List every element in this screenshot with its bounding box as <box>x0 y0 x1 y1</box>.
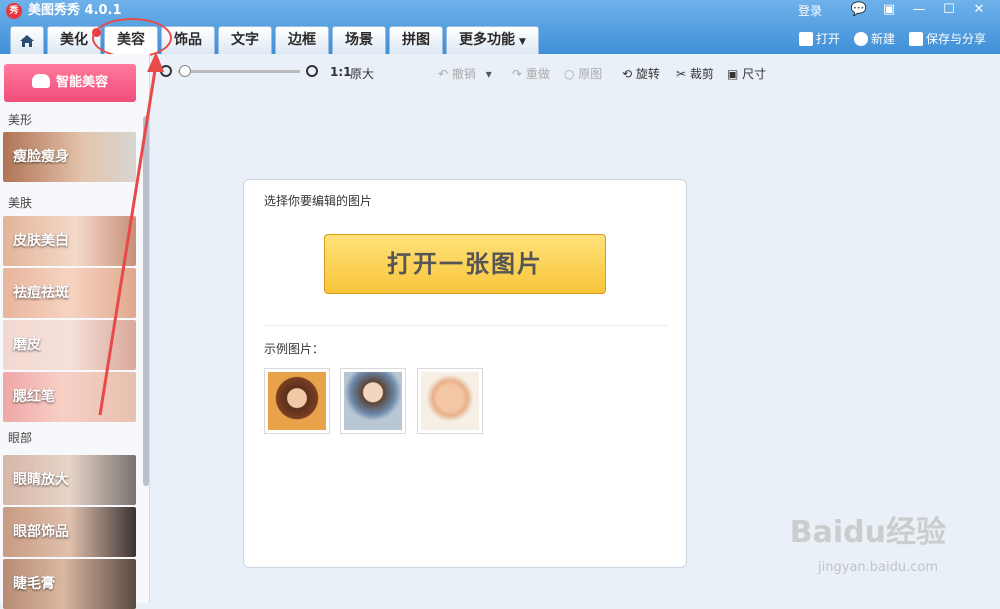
original-label: 原图 <box>578 67 603 81</box>
tab-frame[interactable]: 边框 <box>275 26 329 54</box>
app-logo-icon: 秀 <box>6 3 22 19</box>
new-label: 新建 <box>870 32 895 46</box>
zoom-slider[interactable] <box>178 70 300 73</box>
feature-slim[interactable]: 瘦脸瘦身 <box>3 132 136 182</box>
resize-icon: ▣ <box>727 67 739 81</box>
sample-image-3[interactable] <box>417 368 483 434</box>
tab-scene[interactable]: 场景 <box>332 26 386 54</box>
tab-more[interactable]: 更多功能 ▼ <box>446 26 539 54</box>
main-tabs: 美化 美容 饰品 文字 边框 场景 拼图 更多功能 ▼ <box>10 26 539 54</box>
sample-image-1[interactable] <box>264 368 330 434</box>
size-label: 尺寸 <box>742 67 767 81</box>
edit-toolbar: 1:1 原大 ↶ 撤销 ▾ ↷ 重做 ○ 原图 ⟲ 旋转 ✂ 裁剪 ▣ 尺寸 <box>150 54 1000 90</box>
sample-image-2[interactable] <box>340 368 406 434</box>
size-button[interactable]: ▣ 尺寸 <box>727 65 766 82</box>
face-icon <box>31 74 50 88</box>
undo-label: 撤销 <box>451 67 476 81</box>
file-actions: 打开 新建 保存与分享 <box>798 28 986 50</box>
open-image-button[interactable]: 打开一张图片 <box>324 234 606 294</box>
skin-icon[interactable]: ▣ <box>874 0 904 20</box>
feature-acne[interactable]: 祛痘祛斑 <box>3 268 136 318</box>
feature-eye-accessory[interactable]: 眼部饰品 <box>3 507 136 557</box>
open-button[interactable]: 打开 <box>798 28 840 50</box>
close-button[interactable]: ✕ <box>964 0 994 20</box>
feature-eye-enlarge[interactable]: 眼睛放大 <box>3 455 136 505</box>
tab-collage[interactable]: 拼图 <box>389 26 443 54</box>
baidu-watermark: Baidu经验 <box>789 515 946 550</box>
highlight-circle <box>92 18 172 58</box>
tab-more-label: 更多功能 <box>459 32 515 48</box>
save-share-label: 保存与分享 <box>925 32 986 46</box>
feature-blush[interactable]: 腮红笔 <box>3 372 136 422</box>
smart-beauty-button[interactable]: 智能美容 <box>4 64 136 102</box>
plus-icon <box>853 32 868 46</box>
window-controls: 登录 💬 ▣ — ☐ ✕ <box>798 0 994 20</box>
new-button[interactable]: 新建 <box>853 28 895 50</box>
tab-home[interactable] <box>10 26 44 54</box>
feature-whiten[interactable]: 皮肤美白 <box>3 216 136 266</box>
save-share-button[interactable]: 保存与分享 <box>908 28 986 50</box>
zoom-out-icon[interactable] <box>160 65 172 77</box>
home-icon <box>20 35 34 47</box>
divider <box>264 325 668 326</box>
chevron-down-icon: ▼ <box>519 37 526 47</box>
feature-mascara[interactable]: 睫毛膏 <box>3 559 136 609</box>
section-shape: 美形 <box>8 113 33 127</box>
section-skin: 美肤 <box>8 196 33 210</box>
feature-smooth[interactable]: 磨皮 <box>3 320 136 370</box>
open-image-panel: 选择你要编辑的图片 打开一张图片 示例图片： <box>243 179 687 568</box>
app-title: 美图秀秀 4.0.1 <box>28 3 122 18</box>
undo-dropdown-icon[interactable]: ▾ <box>486 67 492 81</box>
samples-label: 示例图片： <box>264 342 325 356</box>
rotate-label: 旋转 <box>635 67 660 81</box>
ratio-button[interactable]: 1:1 <box>330 65 352 79</box>
baidu-watermark-url: jingyan.baidu.com <box>818 560 938 575</box>
original-button[interactable]: ○ 原图 <box>564 65 602 82</box>
folder-icon <box>798 32 813 46</box>
redo-button[interactable]: ↷ 重做 <box>512 65 550 82</box>
minimize-button[interactable]: — <box>904 0 934 20</box>
login-link[interactable]: 登录 <box>798 2 822 19</box>
smart-beauty-label: 智能美容 <box>55 75 108 90</box>
original-size-button[interactable]: 原大 <box>350 65 374 82</box>
save-icon <box>908 32 923 46</box>
scissors-icon: ✂ <box>676 67 687 81</box>
rotate-button[interactable]: ⟲ 旋转 <box>622 65 660 82</box>
tab-text[interactable]: 文字 <box>218 26 272 54</box>
zoom-in-icon[interactable] <box>306 65 318 77</box>
crop-label: 裁剪 <box>689 67 714 81</box>
crop-button[interactable]: ✂ 裁剪 <box>676 65 714 82</box>
section-eyes: 眼部 <box>8 431 33 445</box>
open-label: 打开 <box>815 32 840 46</box>
maximize-button[interactable]: ☐ <box>934 0 964 20</box>
undo-button[interactable]: ↶ 撤销 ▾ <box>438 65 492 82</box>
sidebar-scrollbar[interactable] <box>143 116 149 486</box>
redo-label: 重做 <box>525 67 550 81</box>
feedback-icon[interactable]: 💬 <box>844 0 874 20</box>
zoom-slider-handle[interactable] <box>179 65 191 77</box>
panel-title: 选择你要编辑的图片 <box>264 194 373 208</box>
rotate-icon: ⟲ <box>622 67 633 81</box>
sidebar: 智能美容 美形 瘦脸瘦身 美肤 皮肤美白 祛痘祛斑 磨皮 腮红笔 眼部 眼睛放大… <box>0 54 150 609</box>
